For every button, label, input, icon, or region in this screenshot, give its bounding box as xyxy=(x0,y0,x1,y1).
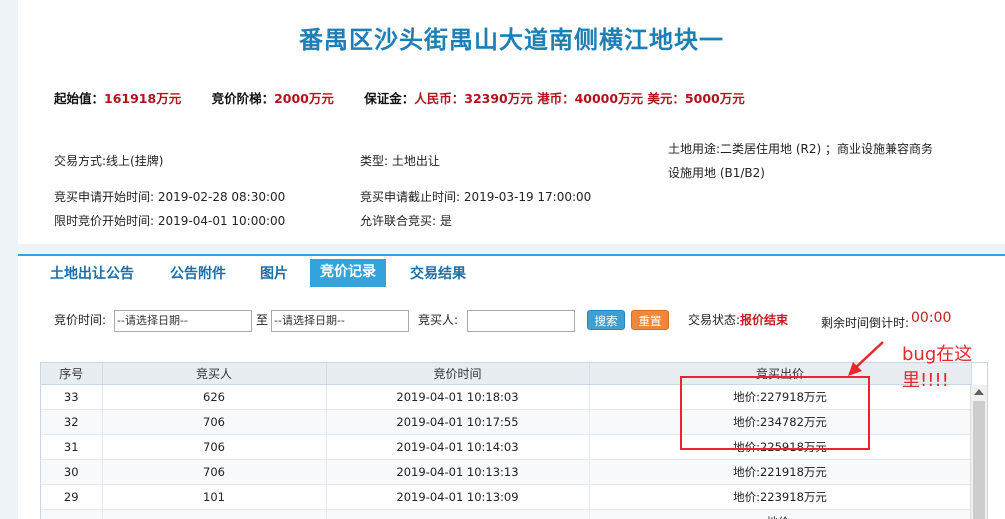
cell-time: 2019-04-01 10:14:03 xyxy=(326,434,590,460)
trade-status-label: 交易状态: xyxy=(688,313,741,327)
apply-end-time: 竞买申请截止时间: 2019-03-19 17:00:00 xyxy=(360,190,592,204)
apply-start-time: 竞买申请开始时间: 2019-02-28 08:30:00 xyxy=(54,190,286,204)
cell-price: 地价: xyxy=(589,509,972,519)
limit-bid-start-time: 限时竞价开始时间: 2019-04-01 10:00:00 xyxy=(54,214,286,228)
page-title: 番禺区沙头街禺山大道南侧横江地块一 xyxy=(299,25,724,54)
cell-seq: 31 xyxy=(41,434,103,460)
table-row: 29 101 2019-04-01 10:13:09 地价:223918万元 xyxy=(41,484,972,510)
start-price-value: 161918万元 xyxy=(104,91,182,106)
bidder-label: 竞买人: xyxy=(418,313,459,327)
start-price-label: 起始值： xyxy=(54,91,105,106)
bug-highlight-box xyxy=(680,376,870,450)
table-row: 地价: xyxy=(41,509,972,519)
bug-annotation-line1: bug在这 xyxy=(902,344,973,365)
tab-trade-result[interactable]: 交易结果 xyxy=(400,264,476,292)
date-to-separator: 至 xyxy=(256,313,269,327)
tab-bar: 土地出让公告 公告附件 图片 竞价记录 交易结果 xyxy=(18,254,1005,292)
table-row: 30 706 2019-04-01 10:13:13 地价:221918万元 xyxy=(41,459,972,485)
cell-price: 地价:223918万元 xyxy=(589,484,972,510)
cell-time: 2019-04-01 10:18:03 xyxy=(326,384,590,410)
bid-step-value: 2000万元 xyxy=(274,91,334,106)
trade-mode: 交易方式:线上(挂牌) xyxy=(54,154,164,168)
price-summary: 起始值：161918万元 竞价阶梯：2000万元 保证金：人民币：32390万元… xyxy=(54,88,745,107)
bug-annotation-line2: 里!!!! xyxy=(902,370,949,391)
bid-step-label: 竞价阶梯： xyxy=(211,91,275,106)
land-use-line1: 土地用途:二类居住用地 (R2) ；商业设施兼容商务 xyxy=(668,142,934,156)
col-header-seq: 序号 xyxy=(41,363,103,385)
col-header-bidder: 竞买人 xyxy=(102,363,327,385)
cell-bidder: 626 xyxy=(102,384,327,410)
cell-seq xyxy=(41,509,103,519)
land-use-line2: 设施用地 (B1/B2) xyxy=(668,166,765,180)
bid-time-label: 竞价时间: xyxy=(54,313,107,327)
cell-bidder: 706 xyxy=(102,409,327,435)
date-to-input[interactable]: --请选择日期-- xyxy=(271,310,409,332)
cell-time: 2019-04-01 10:13:13 xyxy=(326,459,590,485)
tab-bid-records[interactable]: 竞价记录 xyxy=(310,259,386,287)
trade-status-value: 报价结束 xyxy=(740,313,789,327)
cell-bidder xyxy=(102,509,327,519)
cell-seq: 33 xyxy=(41,384,103,410)
bidder-input[interactable] xyxy=(467,310,575,332)
cell-bidder: 101 xyxy=(102,484,327,510)
search-button[interactable]: 搜索 xyxy=(587,310,625,330)
cell-seq: 29 xyxy=(41,484,103,510)
land-type: 类型: 土地出让 xyxy=(360,154,440,168)
deposit-label: 保证金： xyxy=(364,91,415,106)
countdown-value: 00:00 xyxy=(911,310,952,326)
reset-button[interactable]: 重置 xyxy=(631,310,669,330)
cell-time: 2019-04-01 10:13:09 xyxy=(326,484,590,510)
annotation-arrow-icon xyxy=(848,341,884,376)
cell-time: 2019-04-01 10:17:55 xyxy=(326,409,590,435)
joint-bid: 允许联合竞买: 是 xyxy=(360,214,452,228)
cell-seq: 30 xyxy=(41,459,103,485)
tab-images[interactable]: 图片 xyxy=(250,264,298,292)
scroll-thumb[interactable] xyxy=(973,401,985,519)
table-scrollbar[interactable] xyxy=(970,385,987,519)
trade-status: 交易状态:报价结束 xyxy=(688,309,788,331)
cell-bidder: 706 xyxy=(102,434,327,460)
cell-seq: 32 xyxy=(41,409,103,435)
countdown-label: 剩余时间倒计时: xyxy=(821,316,910,330)
deposit-value: 人民币：32390万元 港币：40000万元 美元：5000万元 xyxy=(414,91,745,106)
date-from-input[interactable]: --请选择日期-- xyxy=(114,310,252,332)
scroll-up-arrow-icon[interactable] xyxy=(974,389,984,395)
land-info-panel: 番禺区沙头街禺山大道南侧横江地块一 起始值：161918万元 竞价阶梯：2000… xyxy=(18,0,1005,244)
col-header-bid-time: 竞价时间 xyxy=(326,363,590,385)
cell-price: 地价:221918万元 xyxy=(589,459,972,485)
bug-annotation-text: bug在这 里!!!! xyxy=(902,342,972,394)
cell-bidder: 706 xyxy=(102,459,327,485)
tab-notice-attachments[interactable]: 公告附件 xyxy=(160,264,236,292)
tab-land-notice[interactable]: 土地出让公告 xyxy=(40,264,144,292)
cell-time xyxy=(326,509,590,519)
